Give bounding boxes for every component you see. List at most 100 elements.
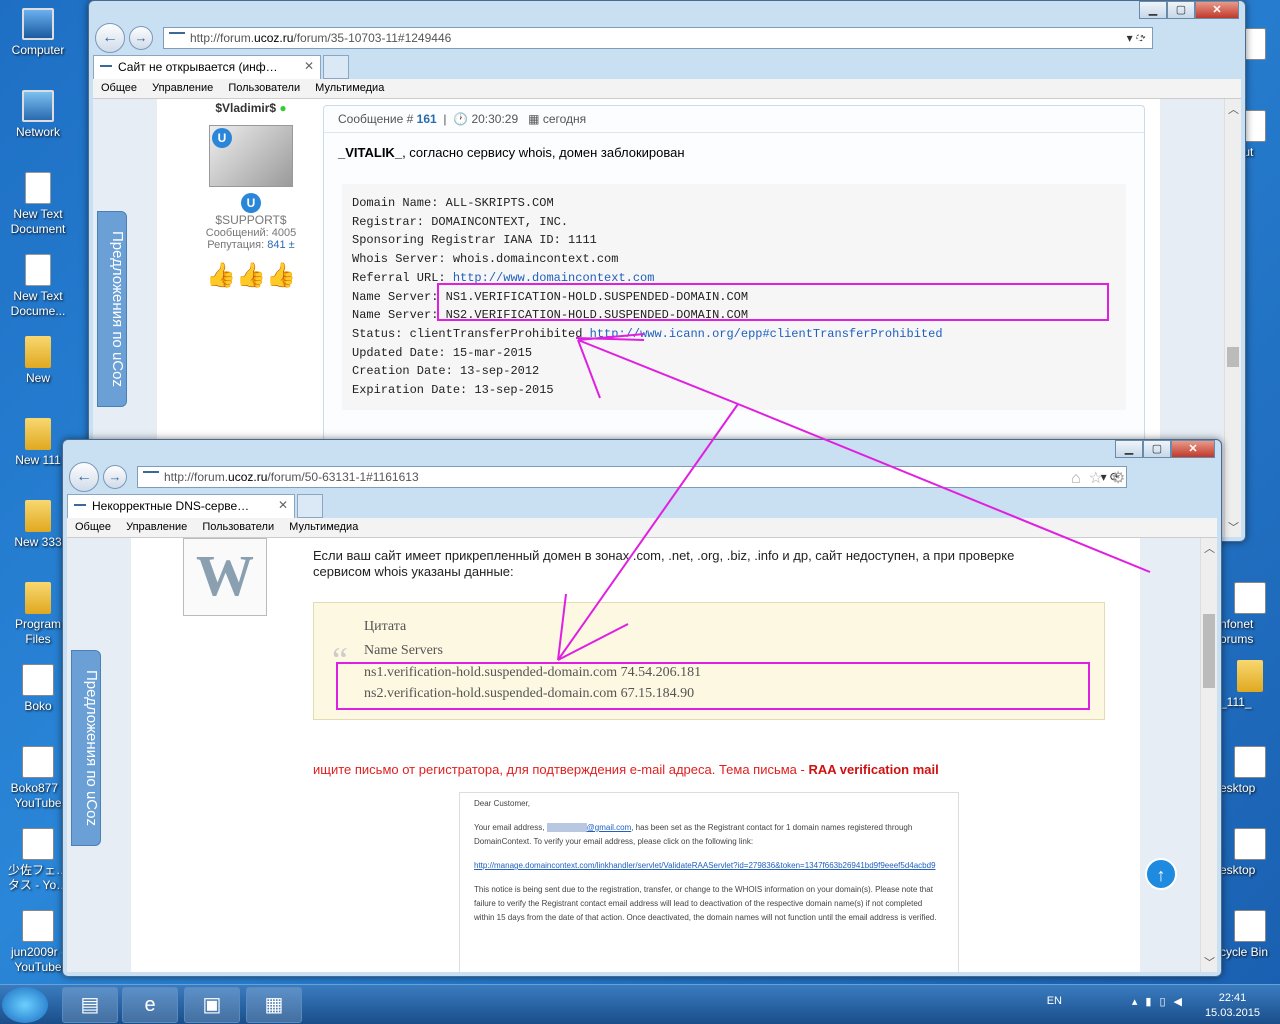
- vertical-scrollbar[interactable]: ︿ ﹀: [1200, 538, 1217, 972]
- desktop-icon[interactable]: esktop: [1220, 746, 1280, 796]
- clock[interactable]: 22:41 15.03.2015: [1205, 991, 1260, 1021]
- battery-icon[interactable]: ▮: [1145, 996, 1159, 1008]
- whois-line: Name Server: NS2.VERIFICATION-HOLD.SUSPE…: [352, 308, 749, 323]
- maximize-button[interactable]: ▢: [1167, 1, 1195, 19]
- taskbar: ▤ e ▣ ▦ EN ▴▮▯◀ 22:41 15.03.2015: [0, 984, 1280, 1024]
- whois-block: Domain Name: ALL-SKRIPTS.COM Registrar: …: [342, 184, 1126, 410]
- desktop-icon[interactable]: New: [2, 336, 74, 386]
- desktop-icon-label: cycle Bin: [1220, 945, 1269, 959]
- whois-line: Domain Name: ALL-SKRIPTS.COM: [352, 196, 554, 210]
- shortcut-icon: [22, 664, 54, 696]
- computer-icon: [22, 8, 54, 40]
- toolbar-icons[interactable]: ⌂★⚙: [1095, 29, 1157, 49]
- whois-line: Sponsoring Registrar IANA ID: 1111: [352, 233, 597, 248]
- forum-menubar: Общее Управление Пользователи Мультимеди…: [67, 518, 1217, 538]
- quote-ns-header: Name Servers: [364, 643, 443, 658]
- desktop-icon[interactable]: New Text Docume...: [2, 254, 74, 319]
- calendar-icon: ▦: [528, 112, 540, 126]
- message-number[interactable]: 161: [417, 112, 437, 126]
- close-button[interactable]: ✕: [1195, 1, 1239, 19]
- browser-window-front[interactable]: ▁ ▢ ✕ ← → http://forum.ucoz.ru/forum/50-…: [62, 439, 1222, 977]
- forward-button[interactable]: →: [103, 465, 127, 489]
- whois-line: Status: clientTransferProhibited http://…: [352, 326, 943, 341]
- network-tray-icon[interactable]: ▯: [1159, 996, 1173, 1008]
- scroll-thumb[interactable]: [1203, 614, 1215, 688]
- suggestions-side-tab[interactable]: Предложения по uCoz: [97, 211, 127, 407]
- whois-link[interactable]: http://www.icann.org/epp#clientTransferP…: [590, 327, 943, 341]
- minimize-button[interactable]: ▁: [1139, 1, 1167, 19]
- menu-users[interactable]: Пользователи: [228, 82, 300, 94]
- tray-icons[interactable]: ▴▮▯◀: [1132, 995, 1190, 1008]
- taskbar-task-manager[interactable]: ▣: [184, 987, 240, 1023]
- user-nick[interactable]: $Vladimir$ ●: [193, 101, 309, 115]
- desktop-icon[interactable]: nfonet orums: [1220, 582, 1280, 647]
- taskbar-control-panel[interactable]: ▦: [246, 987, 302, 1023]
- address-bar[interactable]: http://forum.ucoz.ru/forum/35-10703-11#1…: [163, 27, 1153, 49]
- back-arrow-icon: ←: [102, 29, 118, 46]
- thumbs-up-icon: 👍👍👍: [206, 262, 296, 289]
- taskbar-explorer[interactable]: ▤: [62, 987, 118, 1023]
- blurred-email: xxxxxxxxxx: [546, 823, 587, 832]
- menu-multimedia[interactable]: Мультимедиа: [315, 82, 384, 94]
- gear-icon[interactable]: ⚙: [1111, 470, 1133, 487]
- close-button[interactable]: ✕: [1171, 440, 1215, 458]
- favorites-star-icon[interactable]: ★: [1113, 31, 1135, 48]
- email-verify-link[interactable]: http://manage.domaincontext.com/linkhand…: [474, 859, 944, 873]
- intro-text: Если ваш сайт имеет прикрепленный домен …: [313, 548, 1015, 579]
- menu-management[interactable]: Управление: [152, 82, 213, 94]
- desktop-icon[interactable]: New Text Document: [2, 172, 74, 237]
- email-screenshot: Dear Customer, Your email address, xxxxx…: [459, 792, 959, 972]
- menu-multimedia[interactable]: Мультимедиа: [289, 521, 358, 533]
- desktop-icon[interactable]: cycle Bin: [1220, 910, 1280, 960]
- favorites-star-icon[interactable]: ☆: [1089, 470, 1111, 487]
- hint-text: ищите письмо от регистратора, для подтве…: [313, 762, 939, 777]
- scroll-thumb[interactable]: [1227, 347, 1239, 367]
- forward-button[interactable]: →: [129, 26, 153, 50]
- tab-active[interactable]: Сайт не открывается (инф… ✕: [93, 55, 321, 79]
- tab-active[interactable]: Некорректные DNS-серве… ✕: [67, 494, 295, 518]
- internet-explorer-icon: e: [144, 994, 156, 1016]
- gear-icon[interactable]: ⚙: [1135, 31, 1157, 48]
- desktop-icon-label: 少佐フェ… タス - Yo…: [7, 863, 69, 892]
- suggestions-side-tab[interactable]: Предложения по uCoz: [71, 650, 101, 846]
- start-button[interactable]: [2, 987, 48, 1023]
- mention[interactable]: _VITALIK_: [338, 145, 402, 160]
- tab-close-icon[interactable]: ✕: [304, 59, 314, 73]
- menu-general[interactable]: Общее: [75, 521, 111, 533]
- desktop-icon-label: Computer: [11, 43, 65, 57]
- address-bar[interactable]: http://forum.ucoz.ru/forum/50-63131-1#11…: [137, 466, 1127, 488]
- desktop-icon[interactable]: Network: [2, 90, 74, 140]
- tray-arrow-icon[interactable]: ▴: [1132, 996, 1146, 1008]
- back-button[interactable]: ←: [69, 462, 99, 492]
- maximize-button[interactable]: ▢: [1143, 440, 1171, 458]
- desktop-icon-label: Boko: [24, 699, 52, 713]
- back-button[interactable]: ←: [95, 23, 125, 53]
- scroll-up-icon[interactable]: ︿: [1201, 540, 1217, 556]
- menu-general[interactable]: Общее: [101, 82, 137, 94]
- new-tab-button[interactable]: [297, 494, 323, 518]
- scroll-down-icon[interactable]: ﹀: [1201, 954, 1217, 970]
- whois-link[interactable]: http://www.domaincontext.com: [453, 271, 655, 285]
- toolbar-icons[interactable]: ⌂☆⚙: [1071, 468, 1133, 488]
- language-indicator[interactable]: EN: [1047, 995, 1062, 1007]
- volume-icon[interactable]: ◀: [1174, 996, 1190, 1008]
- new-tab-button[interactable]: [323, 55, 349, 79]
- desktop-icon[interactable]: esktop: [1220, 828, 1280, 878]
- scroll-up-icon[interactable]: ︿: [1225, 101, 1241, 117]
- minimize-button[interactable]: ▁: [1115, 440, 1143, 458]
- tab-close-icon[interactable]: ✕: [278, 498, 288, 512]
- taskbar-ie[interactable]: e: [122, 987, 178, 1023]
- scroll-to-top-button[interactable]: ↑: [1145, 858, 1177, 890]
- menu-users[interactable]: Пользователи: [202, 521, 274, 533]
- vertical-scrollbar[interactable]: ︿ ﹀: [1224, 99, 1241, 537]
- desktop-icon[interactable]: _111_: [1220, 660, 1280, 710]
- tab-favicon-icon: [100, 65, 112, 67]
- shortcut-icon: [1234, 828, 1266, 860]
- scroll-down-icon[interactable]: ﹀: [1225, 519, 1241, 535]
- desktop-icon[interactable]: Computer: [2, 8, 74, 58]
- user-panel: $Vladimir$ ● U U $SUPPORT$ Сообщений: 40…: [193, 99, 309, 290]
- home-icon[interactable]: ⌂: [1071, 470, 1089, 487]
- menu-management[interactable]: Управление: [126, 521, 187, 533]
- home-icon[interactable]: ⌂: [1095, 31, 1113, 48]
- desktop-icon-label: New: [25, 371, 50, 385]
